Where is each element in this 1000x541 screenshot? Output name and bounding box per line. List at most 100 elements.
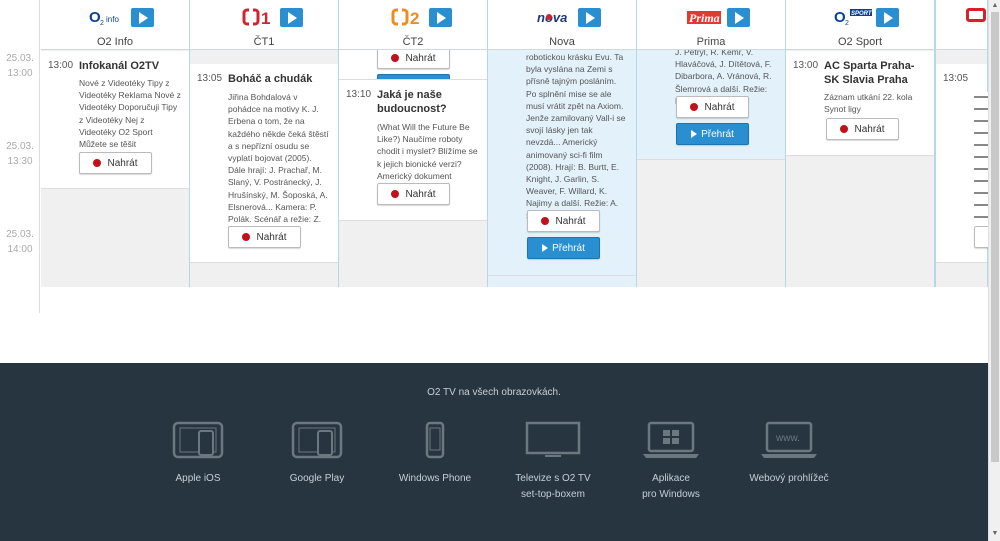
program-description-clipped [974, 92, 988, 232]
program-item[interactable]: 13:00 AC Sparta Praha-SK Slavia Praha Zá… [786, 51, 934, 156]
page-scrollbar[interactable]: ▲ ▼ [988, 0, 1000, 541]
play-icon [437, 11, 446, 24]
play-icon [288, 11, 297, 24]
record-icon [242, 233, 251, 241]
live-play-button[interactable] [876, 8, 899, 27]
footer-item-label: Google Play [289, 473, 345, 484]
channel-header[interactable]: 2 ČT2 [339, 0, 487, 50]
program-item-previous[interactable]: Nahrát [339, 50, 487, 80]
svg-text:2: 2 [845, 20, 849, 27]
record-button[interactable]: Nahrát [527, 210, 600, 232]
record-icon [541, 217, 550, 225]
channel-name: ČT2 [402, 36, 424, 48]
record-button[interactable]: Nahrát [377, 50, 450, 69]
channel-header[interactable] [936, 0, 987, 50]
ct2-logo: 2 [387, 7, 427, 27]
program-item[interactable]: 13:05 Boháč a chudák Jiřina Bohdalová v … [190, 64, 338, 263]
prima-logo: Prima [685, 7, 725, 27]
footer-item-google-play[interactable]: Google Play [262, 421, 372, 487]
scroll-down-arrow-icon[interactable]: ▼ [991, 530, 999, 538]
time-label: 13:00 [7, 68, 33, 79]
channel-column-prima: J. Petrýl, R. Kemr, V. Hlaváčová, J. Dít… [637, 0, 786, 287]
channel-header[interactable]: O 2 info O2 Info [41, 0, 189, 50]
footer-item-web-browser[interactable]: www. Webový prohlížeč [734, 421, 844, 487]
program-description: Záznam utkání 22. kola Synot ligy [824, 92, 913, 115]
program-title: Boháč a chudák [228, 73, 313, 85]
live-play-button[interactable] [727, 8, 750, 27]
program-description: Nové z Videotéky Tipy z Videotéky Reklam… [79, 78, 181, 150]
live-play-button[interactable] [131, 8, 154, 27]
record-label: Nahrát [704, 101, 735, 113]
o2-info-logo: O 2 info [89, 7, 129, 27]
program-time: 13:10 [346, 89, 372, 100]
svg-text:2: 2 [100, 20, 104, 27]
footer-item-label: Apple iOS [175, 473, 221, 484]
record-label: Nahrát [256, 231, 287, 243]
program-item[interactable]: 13:00 Infokanál O2TV Nové z Videotéky Ti… [41, 51, 189, 189]
scroll-up-arrow-icon[interactable]: ▲ [991, 2, 999, 10]
record-button[interactable]: Nahrát [228, 226, 301, 248]
phone-icon [380, 421, 490, 459]
channel-header[interactable]: O 2 SPORT O2 Sport [786, 0, 934, 50]
footer-item-windows-app[interactable]: Aplikace pro Windows [616, 421, 726, 503]
program-description: (What Will the Future Be Like?) Naučíme … [377, 122, 478, 181]
channel-name: O2 Info [96, 36, 134, 48]
channel-header[interactable]: nova Nova [488, 0, 636, 50]
live-play-button[interactable] [429, 8, 452, 27]
svg-text:www.: www. [775, 433, 800, 444]
live-play-button[interactable] [280, 8, 303, 27]
channel-header[interactable]: 1 ČT1 [190, 0, 338, 50]
time-label: 25.03. [6, 53, 34, 64]
program-item[interactable]: robotickou krásku Evu. Ta byla vyslána n… [488, 51, 636, 276]
play-icon [884, 11, 893, 24]
play-icon [691, 130, 698, 138]
windows-laptop-icon [616, 421, 726, 459]
record-label: Nahrát [405, 52, 436, 64]
program-title: Infokanál O2TV [79, 60, 160, 72]
program-title: Jaká je naše budoucnost? [377, 89, 447, 115]
program-description: robotickou krásku Evu. Ta byla vyslána n… [526, 52, 626, 221]
svg-text:nova: nova [537, 10, 567, 25]
record-label: Nahrát [854, 123, 885, 135]
program-time: 13:00 [48, 60, 74, 71]
record-label: Nahrát [405, 188, 436, 200]
program-item[interactable]: J. Petrýl, R. Kemr, V. Hlaváčová, J. Dít… [637, 38, 785, 160]
play-button[interactable]: Přehrát [676, 123, 749, 145]
program-item[interactable]: 13:05 [936, 64, 994, 263]
time-label: 25.03. [6, 229, 34, 240]
channel-column-partial: 13:05 [935, 0, 994, 287]
channel-column-ct1: 1 ČT1 13:05 Boháč a chudák Jiřina Bohdal… [190, 0, 339, 287]
program-item[interactable]: 13:10 Jaká je naše budoucnost? (What Wil… [339, 80, 487, 221]
footer-item-set-top-box[interactable]: Televize s O2 TV set-top-boxem [498, 421, 608, 503]
channel-column-ct2: Nahrát 2 ČT2 13:10 Jaká je naše budoucno… [339, 0, 488, 287]
nova-logo: nova [536, 7, 576, 27]
time-label: 25.03. [6, 141, 34, 152]
record-button[interactable]: Nahrát [826, 118, 899, 140]
channel-column-nova: nova Nova robotickou krásku Evu. Ta byla… [488, 0, 637, 287]
o2-sport-logo: O 2 SPORT [834, 7, 874, 27]
channel-column-o2info: O 2 info O2 Info 13:00 Infokanál O2TV Nové… [41, 0, 190, 287]
play-button[interactable]: Přehrát [527, 237, 600, 259]
channel-name: Prima [696, 36, 726, 48]
record-button[interactable]: Nahrát [676, 96, 749, 118]
footer-item-apple-ios[interactable]: Apple iOS [143, 421, 253, 487]
program-time: 13:05 [197, 73, 223, 84]
svg-text:1: 1 [261, 9, 270, 27]
scrollbar-thumb[interactable] [991, 12, 999, 462]
ct-logo-partial [966, 8, 986, 22]
tv-guide-page: 25.03. 13:00 25.03. 13:30 25.03. 14:00 O… [0, 0, 1000, 541]
footer: O2 TV na všech obrazovkách. Apple iOS Go… [0, 363, 988, 541]
tv-icon [498, 421, 608, 459]
footer-item-windows-phone[interactable]: Windows Phone [380, 421, 490, 487]
record-button[interactable]: Nahrát [377, 183, 450, 205]
channel-name: O2 Sport [837, 36, 883, 48]
record-icon [690, 103, 699, 111]
tablet-phone-icon [262, 421, 372, 459]
time-label: 13:30 [7, 156, 33, 167]
live-play-button[interactable] [578, 8, 601, 27]
time-label: 14:00 [7, 244, 33, 255]
channel-header[interactable]: Prima Prima [637, 0, 785, 50]
footer-title: O2 TV na všech obrazovkách. [427, 387, 561, 398]
record-button[interactable]: Nahrát [79, 152, 152, 174]
play-icon [586, 11, 595, 24]
